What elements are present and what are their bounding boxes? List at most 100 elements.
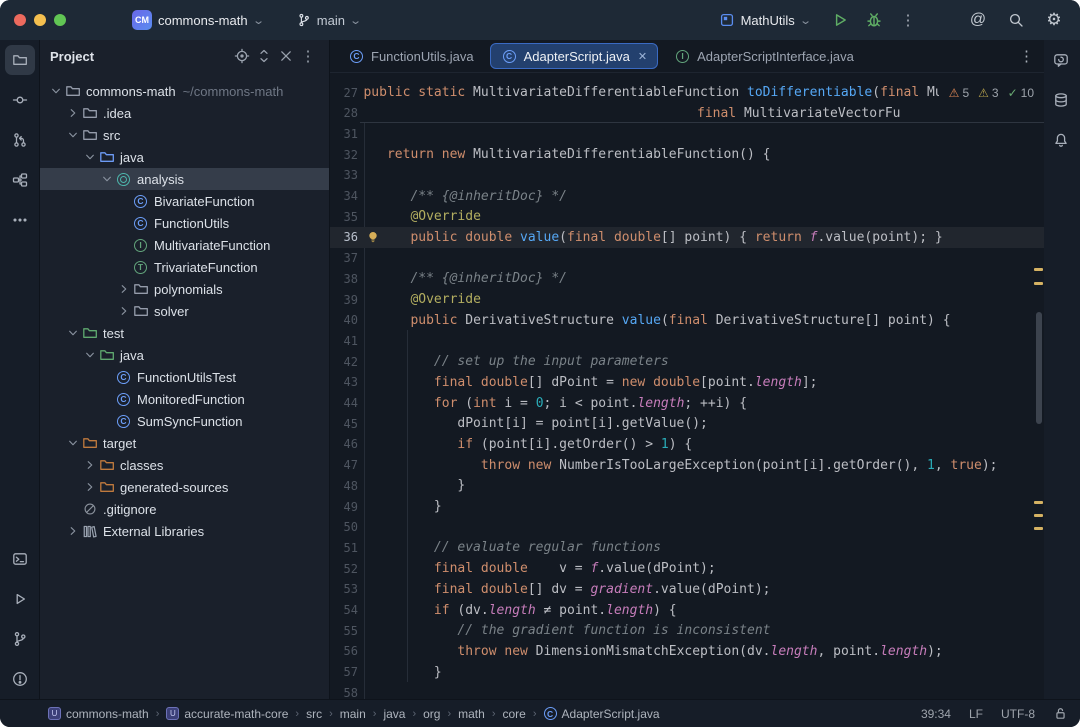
tool-database-button[interactable] [1046, 85, 1076, 115]
code-line-50[interactable]: 50 [330, 517, 1044, 538]
chevron-right-icon[interactable] [65, 524, 81, 538]
chevron-right-icon[interactable] [116, 304, 132, 318]
inspection-error-triangle[interactable]: ⚠5 [949, 86, 969, 100]
tree-item-generated-sources[interactable]: generated-sources [40, 476, 329, 498]
code-line-49[interactable]: 49 } [330, 496, 1044, 517]
chevron-down-icon[interactable] [99, 172, 115, 186]
code-line-53[interactable]: 53 final double[] dv = gradient.value(dP… [330, 579, 1044, 600]
more-actions-button[interactable]: ⋮ [896, 8, 920, 32]
code-editor[interactable]: 27 public static MultivariateDifferentia… [330, 74, 1044, 699]
breadcrumb-item-main[interactable]: main [340, 707, 366, 721]
breadcrumb-item-core[interactable]: core [503, 707, 526, 721]
tree-item-external-libraries[interactable]: External Libraries [40, 520, 329, 542]
breadcrumb-item-math[interactable]: math [458, 707, 485, 721]
tab-adapterscriptinterface-java[interactable]: IAdapterScriptInterface.java [664, 44, 864, 68]
chevron-down-icon[interactable] [48, 84, 64, 98]
lock-icon[interactable] [1053, 706, 1068, 721]
code-line-41[interactable]: 41 [330, 330, 1044, 351]
tab-adapterscript-java[interactable]: CAdapterScript.java✕ [490, 43, 658, 69]
inspection-warning-triangle[interactable]: ⚠3 [978, 86, 998, 100]
tree-item-monitoredfunction[interactable]: CMonitoredFunction [40, 388, 329, 410]
tree-item-bivariatefunction[interactable]: CBivariateFunction [40, 190, 329, 212]
debug-button[interactable] [862, 8, 886, 32]
breadcrumb-item-adapterscript-java[interactable]: CAdapterScript.java [544, 707, 660, 721]
ai-spiral-icon[interactable]: @ [966, 8, 990, 32]
tool-commit-button[interactable] [5, 85, 35, 115]
tool-run-button[interactable] [5, 584, 35, 614]
code-line-28[interactable]: 28final MultivariateVectorFu [330, 103, 1044, 124]
tree-item-java[interactable]: java [40, 344, 329, 366]
tree-item-src[interactable]: src [40, 124, 329, 146]
close-window-button[interactable] [14, 14, 26, 26]
close-icon[interactable] [275, 45, 297, 67]
code-line-39[interactable]: 39 @Override [330, 289, 1044, 310]
code-line-31[interactable]: 31 [330, 123, 1044, 144]
tab-options-icon[interactable]: ⋮ [1019, 47, 1034, 65]
tool-terminal-button[interactable] [5, 544, 35, 574]
tool-problems-button[interactable] [5, 664, 35, 694]
project-widget[interactable]: CM commons-math ⌄ [124, 7, 271, 33]
code-line-42[interactable]: 42 // set up the input parameters [330, 351, 1044, 372]
tool-structure-button[interactable] [5, 165, 35, 195]
tool-more-tools-button[interactable] [5, 205, 35, 235]
tree-item-sumsyncfunction[interactable]: CSumSyncFunction [40, 410, 329, 432]
code-line-40[interactable]: 40 public DerivativeStructure value(fina… [330, 310, 1044, 331]
tree-item-test[interactable]: test [40, 322, 329, 344]
chevron-down-icon[interactable] [65, 326, 81, 340]
breadcrumb-item-src[interactable]: src [306, 707, 322, 721]
code-line-27[interactable]: 27 public static MultivariateDifferentia… [330, 82, 1044, 103]
code-line-35[interactable]: 35 @Override [330, 206, 1044, 227]
tree-item-target[interactable]: target [40, 432, 329, 454]
search-icon[interactable] [1004, 8, 1028, 32]
intention-bulb-icon[interactable] [366, 230, 380, 244]
code-line-48[interactable]: 48 } [330, 475, 1044, 496]
tree-item-analysis[interactable]: analysis [40, 168, 329, 190]
tree-item-solver[interactable]: solver [40, 300, 329, 322]
code-line-56[interactable]: 56 throw new DimensionMismatchException(… [330, 641, 1044, 662]
inspection-ok-check[interactable]: ✓10 [1008, 86, 1034, 100]
code-line-57[interactable]: 57 } [330, 662, 1044, 683]
zoom-window-button[interactable] [54, 14, 66, 26]
branch-widget[interactable]: main ⌄ [289, 10, 368, 31]
panel-options-icon[interactable]: ⋮ [297, 45, 319, 67]
tool-pull-requests-button[interactable] [5, 125, 35, 155]
close-tab-icon[interactable]: ✕ [638, 50, 647, 63]
code-line-55[interactable]: 55 // the gradient function is inconsist… [330, 620, 1044, 641]
tree-item-multivariatefunction[interactable]: IMultivariateFunction [40, 234, 329, 256]
tree-item-classes[interactable]: classes [40, 454, 329, 476]
tool-project-button[interactable] [5, 45, 35, 75]
chevron-right-icon[interactable] [82, 458, 98, 472]
chevron-down-icon[interactable] [65, 128, 81, 142]
encoding-widget[interactable]: UTF-8 [1001, 707, 1035, 721]
chevron-right-icon[interactable] [116, 282, 132, 296]
chevron-down-icon[interactable] [82, 348, 98, 362]
code-line-44[interactable]: 44 for (int i = 0; i < point.length; ++i… [330, 393, 1044, 414]
settings-gear-icon[interactable]: ⚙ [1042, 8, 1066, 32]
tool-version-control-button[interactable] [5, 624, 35, 654]
chevron-right-icon[interactable] [65, 106, 81, 120]
tool-notifications-button[interactable] [1046, 125, 1076, 155]
tab-functionutils-java[interactable]: CFunctionUtils.java [338, 44, 484, 68]
tool-ai-assistant-button[interactable] [1046, 45, 1076, 75]
tree-item-java[interactable]: java [40, 146, 329, 168]
expand-collapse-icon[interactable] [253, 45, 275, 67]
code-line-45[interactable]: 45 dPoint[i] = point[i].getValue(); [330, 413, 1044, 434]
tree-item--idea[interactable]: .idea [40, 102, 329, 124]
code-line-32[interactable]: 32 return new MultivariateDifferentiable… [330, 144, 1044, 165]
folded-lines-separator[interactable] [360, 122, 1044, 123]
code-line-43[interactable]: 43 final double[] dPoint = new double[po… [330, 372, 1044, 393]
locate-file-icon[interactable] [231, 45, 253, 67]
breadcrumb-item-java[interactable]: java [383, 707, 405, 721]
code-line-58[interactable]: 58 [330, 682, 1044, 699]
tree-item-trivariatefunction[interactable]: TTrivariateFunction [40, 256, 329, 278]
tree-item-commons-math[interactable]: commons-math~/commons-math [40, 80, 329, 102]
tree-item-polynomials[interactable]: polynomials [40, 278, 329, 300]
code-line-37[interactable]: 37 [330, 248, 1044, 269]
code-line-52[interactable]: 52 final double v = f.value(dPoint); [330, 558, 1044, 579]
code-line-33[interactable]: 33 [330, 165, 1044, 186]
code-line-38[interactable]: 38 /** {@inheritDoc} */ [330, 268, 1044, 289]
chevron-down-icon[interactable] [82, 150, 98, 164]
minimize-window-button[interactable] [34, 14, 46, 26]
code-line-36[interactable]: 36 public double value(final double[] po… [330, 227, 1044, 248]
breadcrumb-item-org[interactable]: org [423, 707, 440, 721]
